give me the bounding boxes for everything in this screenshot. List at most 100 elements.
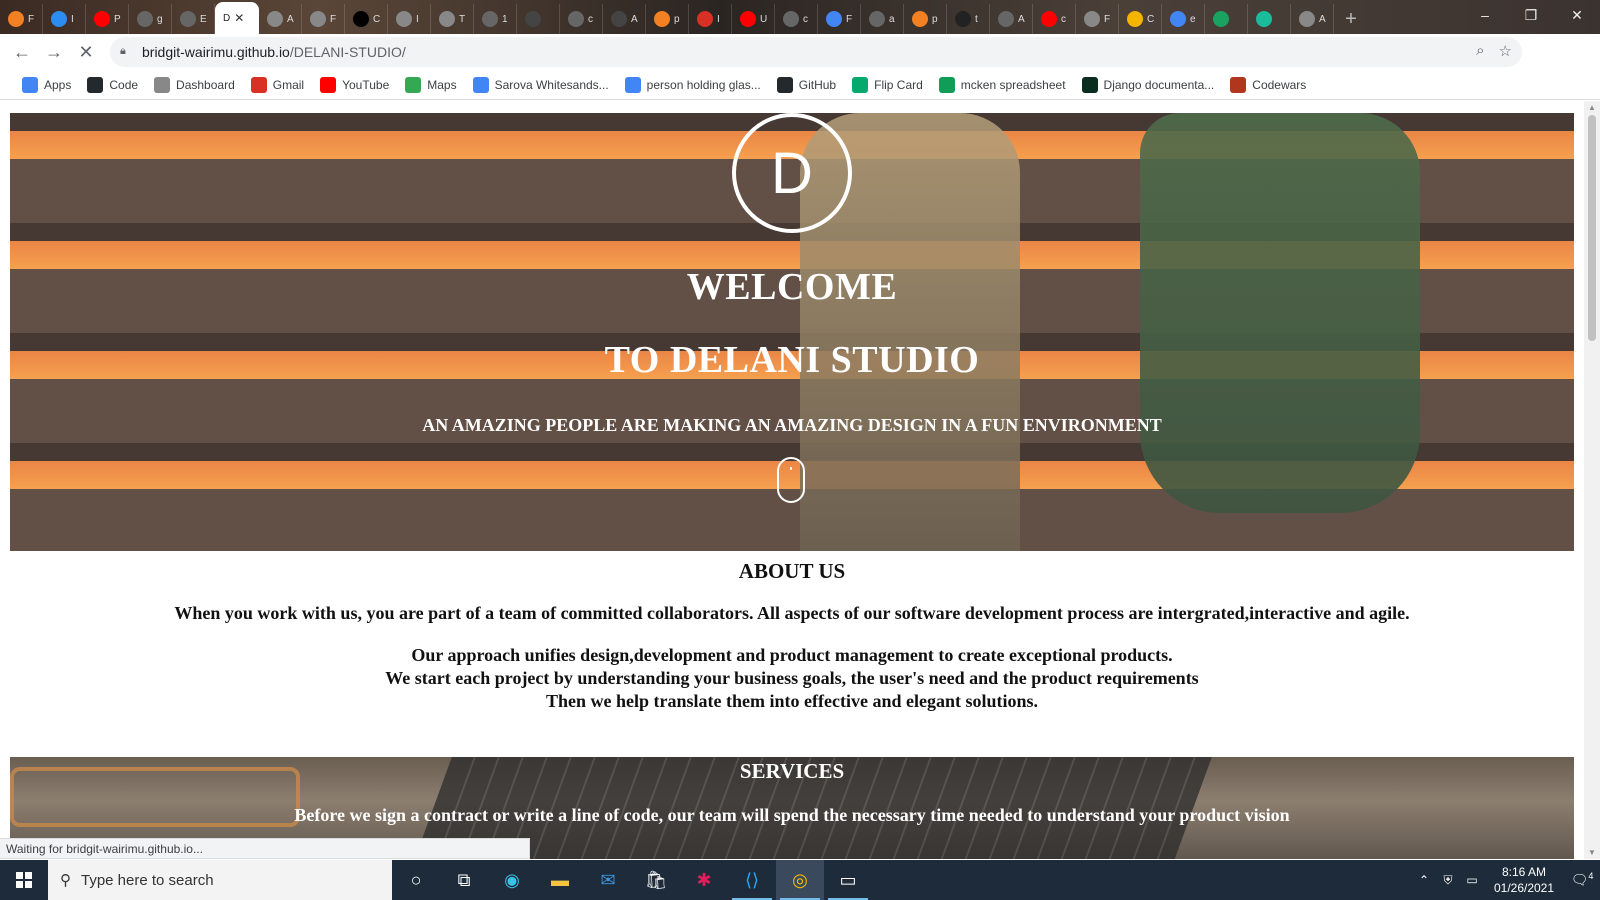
- tab-0[interactable]: F: [0, 4, 43, 34]
- notification-count: 4: [1588, 871, 1594, 882]
- close-window-button[interactable]: ✕: [1554, 0, 1600, 30]
- bookmark-label: Sarova Whitesands...: [494, 77, 609, 92]
- tab-26[interactable]: C: [1119, 4, 1162, 34]
- tab-3[interactable]: g: [129, 4, 172, 34]
- tab-16[interactable]: I: [689, 4, 732, 34]
- taskbar-apps: ○ ⧉ ◉ ▬ ✉ 🛍︎ ✱ ⟨⟩ ◎ ▭: [392, 860, 872, 900]
- tab-23[interactable]: A: [990, 4, 1033, 34]
- bookmark-8[interactable]: GitHub: [769, 73, 844, 97]
- slack-icon[interactable]: ✱: [680, 860, 728, 900]
- bookmark-3[interactable]: Gmail: [243, 73, 312, 97]
- sheets-icon: [938, 76, 955, 93]
- edge-icon[interactable]: ◉: [488, 860, 536, 900]
- google-icon: [624, 76, 641, 93]
- bookmark-label: Gmail: [272, 77, 305, 92]
- store-icon[interactable]: 🛍︎: [632, 860, 680, 900]
- stop-loading-button[interactable]: ✕: [70, 36, 102, 68]
- chrome-icon[interactable]: ◎: [776, 860, 824, 900]
- tab-17[interactable]: U: [732, 4, 775, 34]
- globe-icon: [396, 11, 412, 27]
- back-button[interactable]: ←: [6, 36, 38, 68]
- security-icon[interactable]: ⛨: [1436, 873, 1460, 888]
- bookmark-star-icon[interactable]: ☆: [1499, 42, 1512, 60]
- system-tray: ⌃ ⛨ ▭ 8:16 AM 01/26/2021 🗨︎4: [1412, 860, 1600, 900]
- tab-9[interactable]: I: [388, 4, 431, 34]
- chevron-up-icon[interactable]: ⌃: [1412, 873, 1436, 887]
- bookmark-7[interactable]: person holding glas...: [617, 73, 769, 97]
- bookmark-2[interactable]: Dashboard: [146, 73, 243, 97]
- tab-27[interactable]: e: [1162, 4, 1205, 34]
- studio-heading: TO DELANI STUDIO: [604, 339, 980, 381]
- tab-11[interactable]: 1: [474, 4, 517, 34]
- cortana-icon[interactable]: ○: [392, 860, 440, 900]
- tab-22[interactable]: t: [947, 4, 990, 34]
- tab-label: E: [200, 13, 207, 25]
- scroll-up-icon[interactable]: ▲: [1588, 103, 1596, 112]
- about-line-1: Our approach unifies design,development …: [411, 645, 1173, 665]
- tab-label: D: [223, 12, 231, 24]
- vscode-icon[interactable]: ⟨⟩: [728, 860, 776, 900]
- new-tab-button[interactable]: +: [1334, 4, 1368, 34]
- scroll-mouse-icon[interactable]: [777, 457, 805, 503]
- start-button[interactable]: [0, 860, 48, 900]
- restore-button[interactable]: ❐: [1508, 0, 1554, 30]
- bookmark-1[interactable]: Code: [79, 73, 146, 97]
- close-tab-icon[interactable]: ✕: [234, 11, 244, 25]
- github-icon: [776, 76, 793, 93]
- minimize-button[interactable]: –: [1462, 0, 1508, 30]
- tab-28[interactable]: [1205, 4, 1248, 34]
- tab-24[interactable]: c: [1033, 4, 1076, 34]
- bookmark-11[interactable]: Django documenta...: [1074, 73, 1223, 97]
- bookmark-9[interactable]: Flip Card: [844, 73, 931, 97]
- tab-18[interactable]: c: [775, 4, 818, 34]
- tab-10[interactable]: T: [431, 4, 474, 34]
- page-scrollbar[interactable]: ▲ ▼: [1584, 101, 1600, 859]
- scrollbar-thumb[interactable]: [1588, 115, 1596, 341]
- tab-30[interactable]: A: [1291, 4, 1334, 34]
- tab-13[interactable]: c: [560, 4, 603, 34]
- taskbar-search[interactable]: ⚲ Type here to search: [48, 860, 392, 900]
- tab-25[interactable]: F: [1076, 4, 1119, 34]
- tab-7[interactable]: F: [302, 4, 345, 34]
- tab-12[interactable]: [517, 4, 560, 34]
- welcome-heading: WELCOME: [686, 266, 898, 308]
- bookmark-6[interactable]: Sarova Whitesands...: [465, 73, 617, 97]
- tab-29[interactable]: [1248, 4, 1291, 34]
- address-bar[interactable]: 🔒︎ bridgit-wairimu.github.io/DELANI-STUD…: [110, 37, 1522, 67]
- tab-2[interactable]: P: [86, 4, 129, 34]
- tab-19[interactable]: F: [818, 4, 861, 34]
- forward-button[interactable]: →: [38, 36, 70, 68]
- bookmark-12[interactable]: Codewars: [1222, 73, 1314, 97]
- clock[interactable]: 8:16 AM 01/26/2021: [1484, 864, 1564, 896]
- bookmark-5[interactable]: Maps: [397, 73, 464, 97]
- tab-list: F I Pg E D ✕ A F C I T 1 c Ap I Uc Fa p t Ac F Ce A: [0, 0, 1334, 34]
- battery-icon[interactable]: ▭: [1460, 873, 1484, 887]
- github-icon: [87, 76, 104, 93]
- mail-icon[interactable]: ✉: [584, 860, 632, 900]
- arrow-left-icon: ←: [13, 41, 31, 62]
- tab-label: A: [287, 13, 294, 25]
- tab-21[interactable]: p: [904, 4, 947, 34]
- bookmark-label: mcken spreadsheet: [960, 77, 1066, 92]
- tab-1[interactable]: I: [43, 4, 86, 34]
- bookmark-10[interactable]: mcken spreadsheet: [931, 73, 1074, 97]
- notifications-icon[interactable]: 🗨︎4: [1564, 871, 1600, 889]
- bookmark-4[interactable]: YouTube: [312, 73, 397, 97]
- tab-20[interactable]: a: [861, 4, 904, 34]
- google-icon: [1170, 11, 1186, 27]
- terminal-icon[interactable]: ▭: [824, 860, 872, 900]
- tab-6[interactable]: A: [259, 4, 302, 34]
- file-explorer-icon[interactable]: ▬: [536, 860, 584, 900]
- hero-content: D WELCOME TO DELANI STUDIO AN AMAZING PE…: [10, 113, 1574, 551]
- typora-icon: [51, 11, 67, 27]
- tab-4[interactable]: E: [172, 4, 215, 34]
- task-view-icon[interactable]: ⧉: [440, 860, 488, 900]
- tab-14[interactable]: A: [603, 4, 646, 34]
- scroll-down-icon[interactable]: ▼: [1588, 848, 1596, 857]
- tab-5[interactable]: D ✕: [215, 2, 259, 34]
- zoom-icon[interactable]: ⌕: [1476, 42, 1484, 60]
- tab-label: A: [1319, 13, 1326, 25]
- tab-15[interactable]: p: [646, 4, 689, 34]
- tab-8[interactable]: C: [345, 4, 388, 34]
- bookmark-0[interactable]: Apps: [14, 73, 79, 97]
